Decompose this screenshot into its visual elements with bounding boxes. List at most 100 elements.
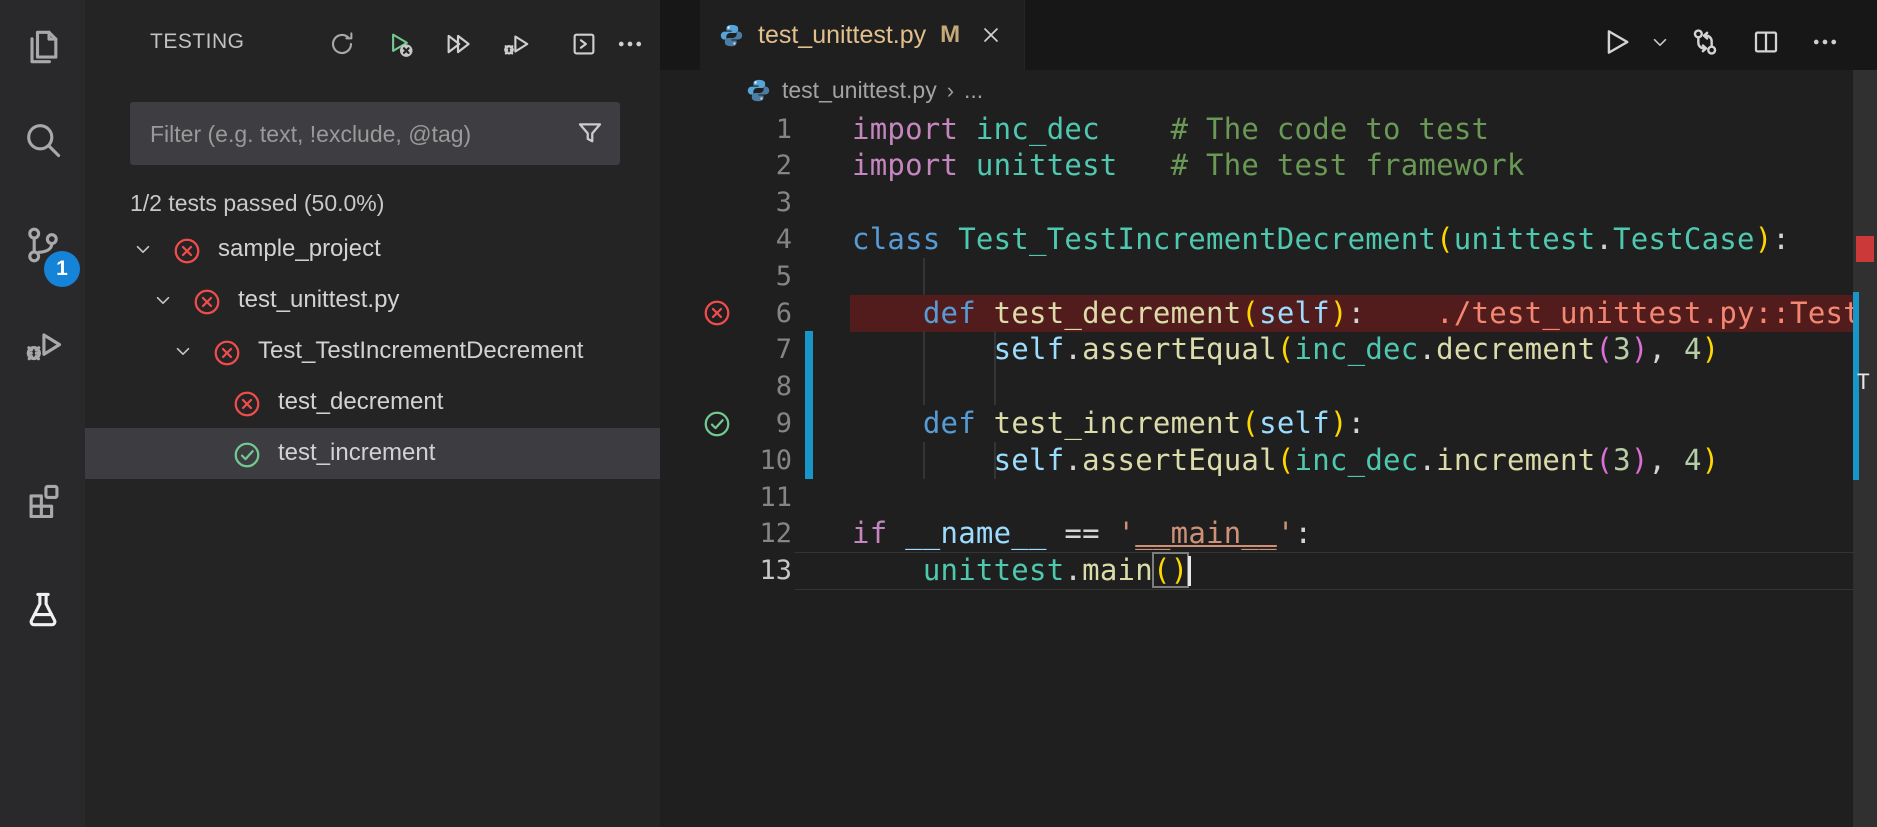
files-icon <box>21 25 65 69</box>
breadcrumb-symbol[interactable]: ... <box>964 77 983 104</box>
line-number: 12 <box>759 518 792 550</box>
token-pun: , <box>1648 442 1667 477</box>
token-str: ' <box>1117 516 1136 551</box>
run-all-tests-button[interactable] <box>442 28 474 60</box>
token-pun: , <box>1648 332 1667 367</box>
token-pun <box>852 443 994 477</box>
token-type: Test_TestIncrementDecrement <box>958 222 1437 256</box>
token-pun: : <box>1347 295 1366 330</box>
code-line-9[interactable]: def test_increment(self): <box>852 405 1365 442</box>
token-kw: import <box>852 111 959 146</box>
token-type: unittest <box>1453 222 1596 256</box>
token-num: 3 <box>1613 332 1631 367</box>
token-var: __name__ <box>905 516 1047 551</box>
code-line-13[interactable]: unittest.main() <box>852 552 1190 589</box>
more-editor-actions-button[interactable] <box>1807 24 1843 60</box>
token-b1: ) <box>1170 553 1189 588</box>
token-type: inc_dec <box>1294 332 1419 367</box>
ellipsis-icon <box>1810 27 1840 57</box>
code-line-12[interactable]: if __name__ == '__main__': <box>852 515 1312 552</box>
code-line-6[interactable]: def test_decrement(self): ./test_unittes… <box>852 295 1853 332</box>
chevron-down-icon[interactable] <box>152 289 176 313</box>
test-failed-icon <box>192 287 220 315</box>
token-b2: ( <box>1595 442 1614 477</box>
test-filter-input[interactable] <box>148 102 562 167</box>
activity-item-extensions[interactable] <box>0 456 85 544</box>
token-b1: ) <box>1701 442 1720 477</box>
overview-ruler[interactable]: T <box>1853 70 1877 827</box>
token-def: class <box>852 222 941 256</box>
code-line-2[interactable]: import unittest # The test framework <box>852 147 1525 184</box>
ellipsis-icon <box>615 29 645 59</box>
token-b1: ) <box>1701 332 1720 367</box>
token-type: unittest <box>975 148 1118 183</box>
close-icon[interactable] <box>978 22 1004 48</box>
token-pun <box>1100 112 1171 146</box>
run-dropdown-button[interactable] <box>1642 24 1678 60</box>
filter-funnel-icon[interactable] <box>574 117 606 149</box>
token-b1: ( <box>1276 332 1295 367</box>
token-pun <box>1118 148 1171 182</box>
activity-item-testing[interactable] <box>0 566 85 654</box>
chevron-down-icon[interactable] <box>172 340 196 364</box>
test-tree-item-test_increment[interactable]: test_increment <box>85 428 660 479</box>
open-changes-button[interactable] <box>1687 24 1723 60</box>
test-tree-item-test_decrement[interactable]: test_decrement <box>85 377 660 428</box>
debug-run-icon <box>501 29 531 59</box>
token-pun <box>852 296 923 330</box>
git-modified-gutter[interactable] <box>805 331 813 479</box>
line-number: 3 <box>775 187 792 219</box>
code-line-4[interactable]: class Test_TestIncrementDecrement(unitte… <box>852 221 1790 258</box>
code-line-7[interactable]: self.assertEqual(inc_dec.decrement(3), 4… <box>852 331 1720 368</box>
line-number: 5 <box>775 260 792 292</box>
token-str: ' <box>1276 516 1295 551</box>
code-line-1[interactable]: import inc_dec # The code to test <box>852 111 1489 148</box>
token-type: TestCase <box>1613 222 1755 256</box>
activity-item-search[interactable] <box>0 96 85 184</box>
token-pun <box>1666 443 1684 477</box>
test-tree-item-Test_TestIncrementDecrement[interactable]: Test_TestIncrementDecrement <box>85 326 660 377</box>
token-def: def <box>922 295 976 330</box>
code-line-10[interactable]: self.assertEqual(inc_dec.increment(3), 4… <box>852 442 1720 479</box>
editor[interactable]: test_unittest.py › ... 1 import inc_dec #… <box>660 70 1853 827</box>
activity-item-source-control[interactable]: 1 <box>0 201 85 289</box>
refresh-tests-button[interactable] <box>326 28 358 60</box>
token-pun <box>852 406 923 440</box>
token-fn: main <box>1082 553 1153 588</box>
breadcrumb: test_unittest.py › ... <box>745 70 983 111</box>
scm-badge: 1 <box>44 251 80 287</box>
line-number: 6 <box>775 297 792 329</box>
line-number: 8 <box>775 371 792 403</box>
token-pun <box>958 112 976 146</box>
token-com: # The test framework <box>1170 148 1525 183</box>
test-status-text: 1/2 tests passed (50.0%) <box>130 190 385 216</box>
test-label: Test_TestIncrementDecrement <box>258 337 584 364</box>
token-pun <box>1100 516 1118 550</box>
line-number: 2 <box>775 150 792 182</box>
chevron-down-icon[interactable] <box>132 238 156 262</box>
rerun-failed-tests-button[interactable] <box>384 28 416 60</box>
debug-tests-button[interactable] <box>500 28 532 60</box>
test-tree-item-test_unittest.py[interactable]: test_unittest.py <box>85 275 660 326</box>
tab-test-unittest[interactable]: test_unittest.py M <box>700 0 1026 70</box>
run-python-file-button[interactable] <box>1598 24 1634 60</box>
indent-guide <box>993 368 996 406</box>
run-all-icon <box>443 29 473 59</box>
token-fn: decrement <box>1436 332 1596 367</box>
test-tree-item-sample_project[interactable]: sample_project <box>85 224 660 275</box>
chevron-down-icon <box>1649 31 1671 53</box>
token-pun <box>941 222 959 256</box>
breadcrumb-file[interactable]: test_unittest.py <box>782 77 937 104</box>
more-actions-button[interactable] <box>614 28 646 60</box>
editor-tab-bar: test_unittest.py M <box>660 0 1877 70</box>
activity-item-explorer[interactable] <box>0 3 85 91</box>
token-b1: ( <box>1152 553 1171 588</box>
token-pun: == <box>1064 516 1100 551</box>
show-output-button[interactable] <box>568 28 600 60</box>
token-pun: . <box>1418 442 1437 477</box>
split-editor-button[interactable] <box>1748 24 1784 60</box>
sidebar-title: TESTING <box>150 30 245 53</box>
token-pun: . <box>1064 442 1083 477</box>
test-failed-icon <box>232 389 260 417</box>
activity-item-run-and-debug[interactable] <box>0 301 85 389</box>
